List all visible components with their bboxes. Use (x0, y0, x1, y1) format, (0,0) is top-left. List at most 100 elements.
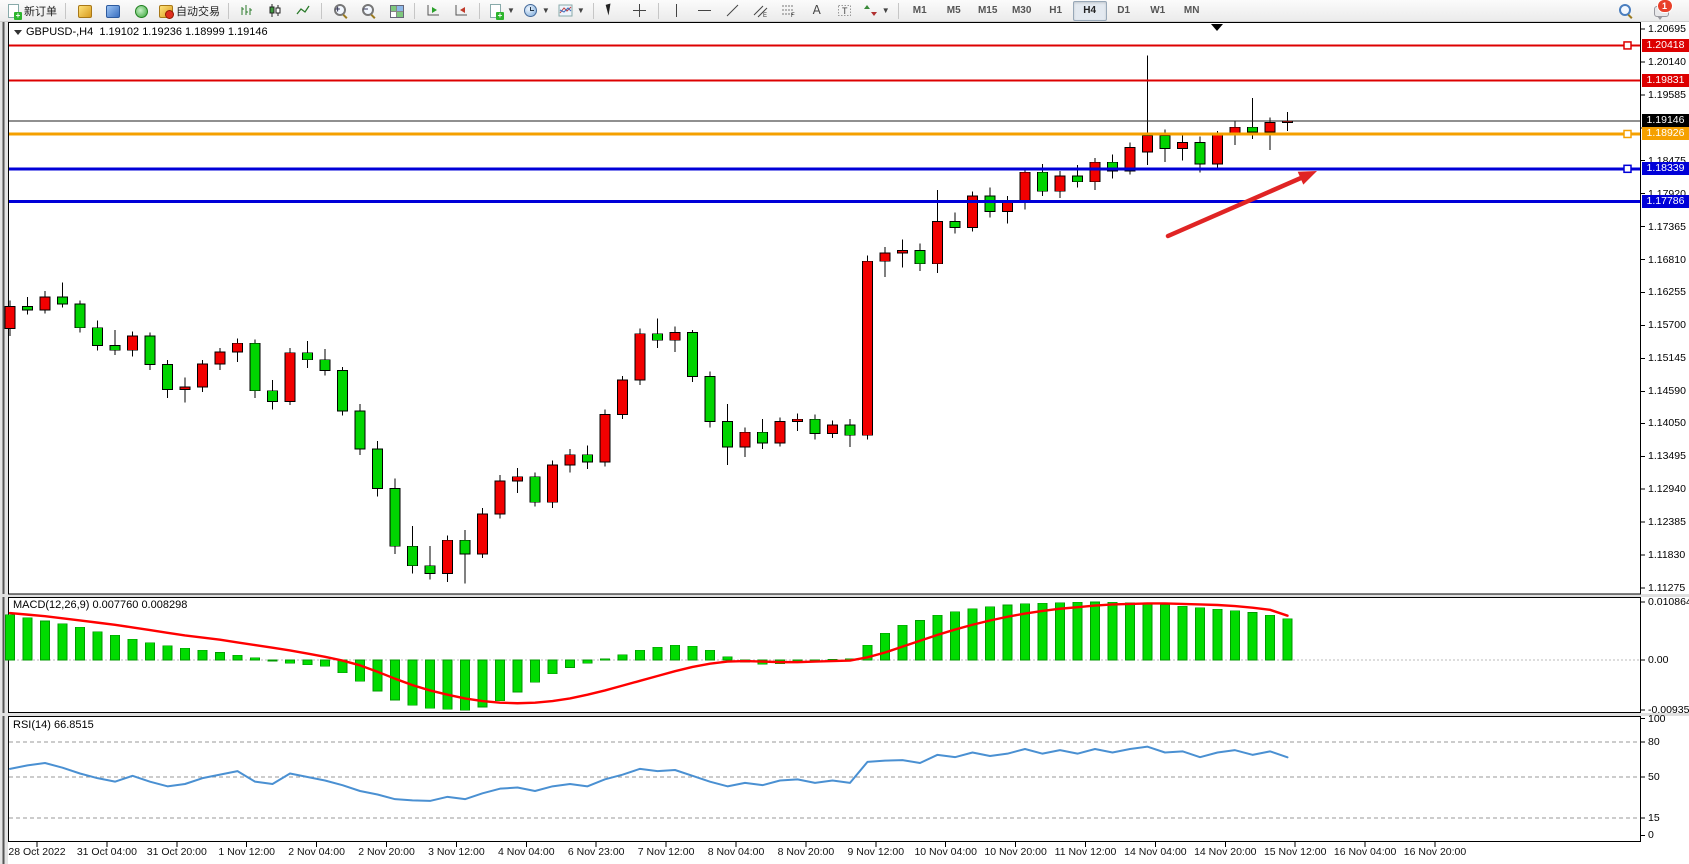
date-label: 1 Nov 12:00 (218, 846, 275, 858)
price-tick-label: 1.20140 (1648, 56, 1686, 68)
line-handle[interactable] (1624, 165, 1631, 172)
candle (1143, 136, 1153, 153)
price-tick-label: 1.15145 (1648, 352, 1686, 364)
date-label: 6 Nov 23:00 (568, 846, 625, 858)
candle (740, 432, 750, 447)
date-label: 15 Nov 12:00 (1264, 846, 1326, 858)
macd-histogram-bar (111, 635, 120, 660)
candle (478, 514, 488, 554)
candle (1038, 172, 1048, 191)
price-line-badge[interactable]: 1.18339 (1642, 162, 1689, 175)
candle (303, 353, 313, 360)
candle (5, 306, 15, 328)
chart-title: GBPUSD-,H4 1.19102 1.19236 1.18999 1.191… (14, 26, 268, 38)
candle (513, 477, 523, 481)
macd-histogram-bar (1178, 606, 1187, 660)
macd-histogram-bar (531, 660, 540, 682)
candle (390, 489, 400, 547)
macd-histogram-bar (688, 646, 697, 660)
macd-histogram-bar (426, 660, 435, 708)
candle (198, 364, 208, 387)
price-tick-label: 1.20695 (1648, 23, 1686, 35)
candle (915, 251, 925, 264)
macd-histogram-bar (618, 655, 627, 660)
macd-histogram-bar (881, 633, 890, 660)
candle (1055, 176, 1065, 191)
macd-histogram-bar (636, 650, 645, 660)
macd-histogram-bar (356, 660, 365, 681)
candle (1020, 172, 1030, 200)
macd-histogram-bar (968, 609, 977, 660)
candle (548, 465, 558, 502)
date-label: 28 Oct 2022 (8, 846, 65, 858)
candle (1248, 127, 1258, 132)
date-label: 10 Nov 04:00 (914, 846, 976, 858)
macd-histogram-bar (443, 660, 452, 709)
date-label: 9 Nov 12:00 (847, 846, 904, 858)
candle (93, 328, 103, 346)
candle (215, 352, 225, 364)
macd-tick-label: 0.00 (1648, 654, 1668, 666)
candle (355, 411, 365, 449)
line-handle[interactable] (1624, 130, 1631, 137)
macd-histogram-bar (1213, 609, 1222, 660)
date-label: 2 Nov 04:00 (288, 846, 345, 858)
price-tick-label: 1.11275 (1648, 582, 1685, 594)
candle (338, 371, 348, 411)
candle (880, 253, 890, 261)
macd-histogram-bar (128, 639, 137, 660)
line-handle[interactable] (1624, 42, 1631, 49)
candle (1213, 134, 1223, 164)
macd-histogram-bar (601, 659, 610, 660)
rsi-tick-label: 80 (1648, 736, 1660, 748)
price-line-badge[interactable]: 1.19831 (1642, 74, 1689, 87)
candle (40, 297, 50, 310)
candle (285, 353, 295, 402)
date-label: 31 Oct 04:00 (77, 846, 137, 858)
candle (110, 346, 120, 351)
candle (1160, 136, 1170, 149)
macd-histogram-bar (513, 660, 522, 692)
rsi-panel[interactable] (9, 717, 1641, 842)
price-line-badge[interactable]: 1.17786 (1642, 195, 1689, 208)
panel-splitter[interactable] (0, 713, 1689, 716)
macd-histogram-bar (986, 607, 995, 660)
macd-histogram-bar (1266, 615, 1275, 660)
price-tick-label: 1.14590 (1648, 385, 1686, 397)
macd-histogram-bar (1248, 612, 1257, 660)
macd-histogram-bar (951, 612, 960, 660)
macd-tick-label: 0.010864 (1648, 596, 1689, 608)
price-tick-label: 1.16810 (1648, 254, 1686, 266)
candle (163, 365, 173, 390)
candle (705, 376, 715, 421)
chart-canvas[interactable] (0, 0, 1689, 864)
macd-histogram-bar (1003, 605, 1012, 660)
candle (688, 333, 698, 377)
macd-histogram-bar (6, 615, 15, 660)
macd-signal-value: 0.008298 (141, 599, 187, 611)
price-tick-label: 1.11830 (1648, 549, 1685, 561)
candle (758, 432, 768, 443)
price-tick-label: 1.17365 (1648, 221, 1686, 233)
symbol-dropdown-icon[interactable] (14, 30, 22, 35)
candle (828, 425, 838, 433)
date-label: 7 Nov 12:00 (638, 846, 695, 858)
macd-histogram-bar (461, 660, 470, 710)
macd-histogram-bar (1056, 603, 1065, 660)
macd-histogram-bar (233, 655, 242, 660)
macd-histogram-bar (1073, 602, 1082, 660)
price-tick-label: 1.13495 (1648, 450, 1686, 462)
price-line-badge[interactable]: 1.18926 (1642, 127, 1689, 140)
candle (408, 546, 418, 566)
candle (58, 297, 68, 304)
candle (128, 336, 138, 350)
macd-main-value: 0.007760 (92, 599, 138, 611)
candle (670, 333, 680, 341)
macd-name: MACD(12,26,9) (13, 599, 89, 611)
macd-histogram-bar (548, 660, 557, 674)
symbol-period: GBPUSD-,H4 (26, 26, 93, 38)
candle (723, 422, 733, 448)
main-panel[interactable] (9, 23, 1641, 595)
price-line-badge[interactable]: 1.20418 (1642, 39, 1689, 52)
macd-panel[interactable] (9, 598, 1641, 713)
